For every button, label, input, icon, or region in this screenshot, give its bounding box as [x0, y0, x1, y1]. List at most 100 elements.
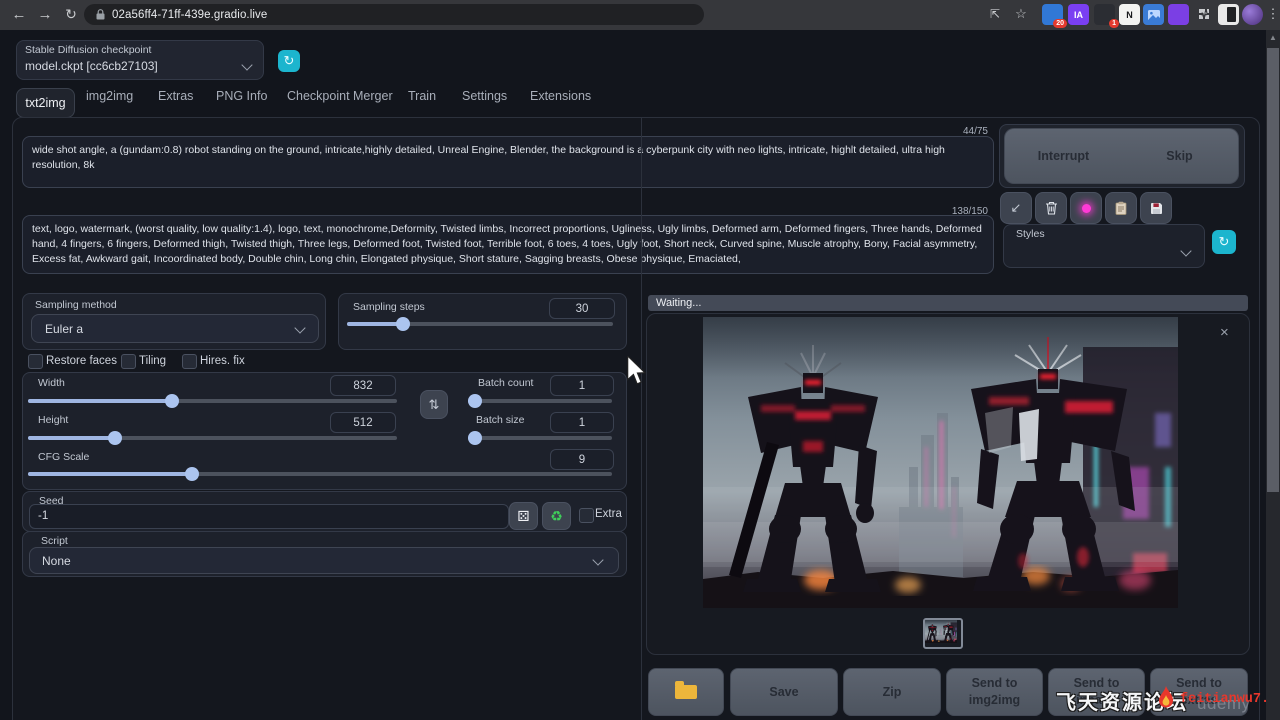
width-value: 832: [353, 380, 372, 392]
back-icon[interactable]: ←: [8, 3, 30, 25]
send-to-img2img-button[interactable]: Send to img2img: [946, 668, 1043, 716]
height-label: Height: [38, 414, 68, 426]
script-label: Script: [41, 535, 68, 547]
reload-icon[interactable]: ↻: [60, 3, 82, 25]
extensions-puzzle-icon[interactable]: [1193, 4, 1214, 25]
width-input[interactable]: 832: [330, 375, 396, 396]
skip-label: Skip: [1166, 148, 1192, 165]
gallery-thumbnail[interactable]: [923, 618, 963, 649]
sampling-steps-label: Sampling steps: [353, 301, 425, 313]
tab-checkpoint-merger[interactable]: Checkpoint Merger: [287, 89, 393, 103]
sampling-method-dropdown[interactable]: Euler a: [31, 314, 319, 343]
dice-icon: ⚄: [517, 508, 529, 525]
batch-count-value: 1: [579, 380, 585, 392]
chevron-down-icon: [592, 554, 603, 565]
cfg-scale-input[interactable]: 9: [550, 449, 614, 470]
random-seed-button[interactable]: ⚄: [509, 502, 538, 530]
swap-dimensions-button[interactable]: ⇅: [420, 390, 448, 419]
restore-faces-label: Restore faces: [46, 355, 117, 367]
tab-label: Extras: [158, 89, 193, 103]
tab-train[interactable]: Train: [408, 89, 436, 103]
sampling-steps-input[interactable]: 30: [549, 298, 615, 319]
hires-fix-checkbox[interactable]: [182, 354, 197, 369]
cfg-scale-slider[interactable]: [28, 472, 612, 476]
tab-settings[interactable]: Settings: [462, 89, 507, 103]
extension-icon-image[interactable]: [1143, 4, 1164, 25]
extension-icon-ia[interactable]: IA: [1068, 4, 1089, 25]
open-folder-button[interactable]: [648, 668, 724, 716]
width-slider[interactable]: [28, 399, 397, 403]
styles-block: Styles: [1003, 224, 1205, 268]
styles-refresh-button[interactable]: ↻: [1212, 230, 1236, 254]
extension-icon-blue[interactable]: 20: [1042, 4, 1063, 25]
batch-count-input[interactable]: 1: [550, 375, 614, 396]
interrupt-button[interactable]: Interrupt: [1004, 128, 1123, 184]
styles-dropdown[interactable]: [1004, 239, 1204, 267]
slider-knob[interactable]: [185, 467, 199, 481]
profile-avatar[interactable]: [1242, 4, 1263, 25]
extra-networks-button[interactable]: [1070, 192, 1102, 224]
slider-knob[interactable]: [396, 317, 410, 331]
bookmark-star-icon[interactable]: ☆: [1010, 3, 1032, 25]
slider-knob[interactable]: [108, 431, 122, 445]
tab-extras[interactable]: Extras: [158, 89, 193, 103]
negative-prompt-text: text, logo, watermark, (worst quality, l…: [32, 223, 982, 265]
tab-extensions[interactable]: Extensions: [530, 89, 591, 103]
script-block: Script None: [22, 531, 627, 577]
reuse-seed-button[interactable]: ♻: [542, 502, 571, 530]
send-label: Send to: [972, 675, 1018, 692]
checkpoint-label: Stable Diffusion checkpoint: [25, 44, 151, 56]
extension-icon-notion[interactable]: N: [1119, 4, 1140, 25]
close-image-button[interactable]: ×: [1220, 324, 1229, 341]
batch-size-input[interactable]: 1: [550, 412, 614, 433]
generated-image[interactable]: [703, 317, 1178, 608]
checkpoint-refresh-button[interactable]: ↻: [278, 50, 300, 72]
batch-count-slider[interactable]: [468, 399, 612, 403]
extension-icon-bw[interactable]: [1218, 4, 1239, 25]
checkpoint-dropdown[interactable]: Stable Diffusion checkpoint model.ckpt […: [16, 40, 264, 80]
extension-badge-1: 1: [1109, 19, 1119, 28]
negative-prompt-textarea[interactable]: text, logo, watermark, (worst quality, l…: [22, 215, 994, 274]
image-glyph: [1148, 10, 1160, 20]
sampling-steps-slider[interactable]: [347, 322, 613, 326]
extra-seed-checkbox[interactable]: [579, 508, 594, 523]
extension-icon-purple[interactable]: [1168, 4, 1189, 25]
extension-ia-label: IA: [1074, 10, 1083, 20]
share-icon[interactable]: ⇱: [984, 3, 1006, 25]
tab-png-info[interactable]: PNG Info: [216, 89, 267, 103]
extension-icon-camera[interactable]: 1: [1094, 4, 1115, 25]
save-style-button[interactable]: [1140, 192, 1172, 224]
tab-img2img[interactable]: img2img: [86, 89, 133, 103]
batch-size-value: 1: [579, 417, 585, 429]
tab-txt2img[interactable]: txt2img: [16, 88, 75, 118]
prompt-textarea[interactable]: wide shot angle, a (gundam:0.8) robot st…: [22, 136, 994, 188]
seed-block: Seed -1 ⚄ ♻ Extra: [22, 491, 627, 532]
zip-button[interactable]: Zip: [843, 668, 941, 716]
scrollbar-up-arrow[interactable]: ▲: [1269, 34, 1277, 42]
batch-size-slider[interactable]: [468, 436, 612, 440]
url-text: 02a56ff4-71ff-439e.gradio.live: [112, 9, 267, 21]
chevron-down-icon: [1180, 245, 1191, 256]
restore-faces-checkbox[interactable]: [28, 354, 43, 369]
script-dropdown[interactable]: None: [29, 547, 619, 574]
height-input[interactable]: 512: [330, 412, 396, 433]
slider-knob[interactable]: [165, 394, 179, 408]
progress-text: Waiting...: [656, 297, 701, 309]
paste-generation-params-button[interactable]: ↙: [1000, 192, 1032, 224]
scrollbar-thumb[interactable]: [1267, 48, 1279, 492]
save-button[interactable]: Save: [730, 668, 838, 716]
puzzle-glyph: [1197, 8, 1210, 21]
refresh-icon: ↻: [1219, 234, 1230, 250]
clear-prompt-button[interactable]: [1035, 192, 1067, 224]
apply-styles-button[interactable]: [1105, 192, 1137, 224]
zip-label: Zip: [883, 684, 902, 701]
seed-input[interactable]: -1: [29, 504, 509, 529]
tiling-checkbox[interactable]: [121, 354, 136, 369]
forward-icon[interactable]: →: [34, 3, 56, 25]
tab-label: Train: [408, 89, 436, 103]
refresh-icon: ↻: [284, 53, 295, 69]
height-slider[interactable]: [28, 436, 397, 440]
address-bar[interactable]: 02a56ff4-71ff-439e.gradio.live: [84, 4, 704, 25]
skip-button[interactable]: Skip: [1121, 128, 1239, 184]
kebab-menu-icon[interactable]: ⋮: [1262, 3, 1280, 25]
